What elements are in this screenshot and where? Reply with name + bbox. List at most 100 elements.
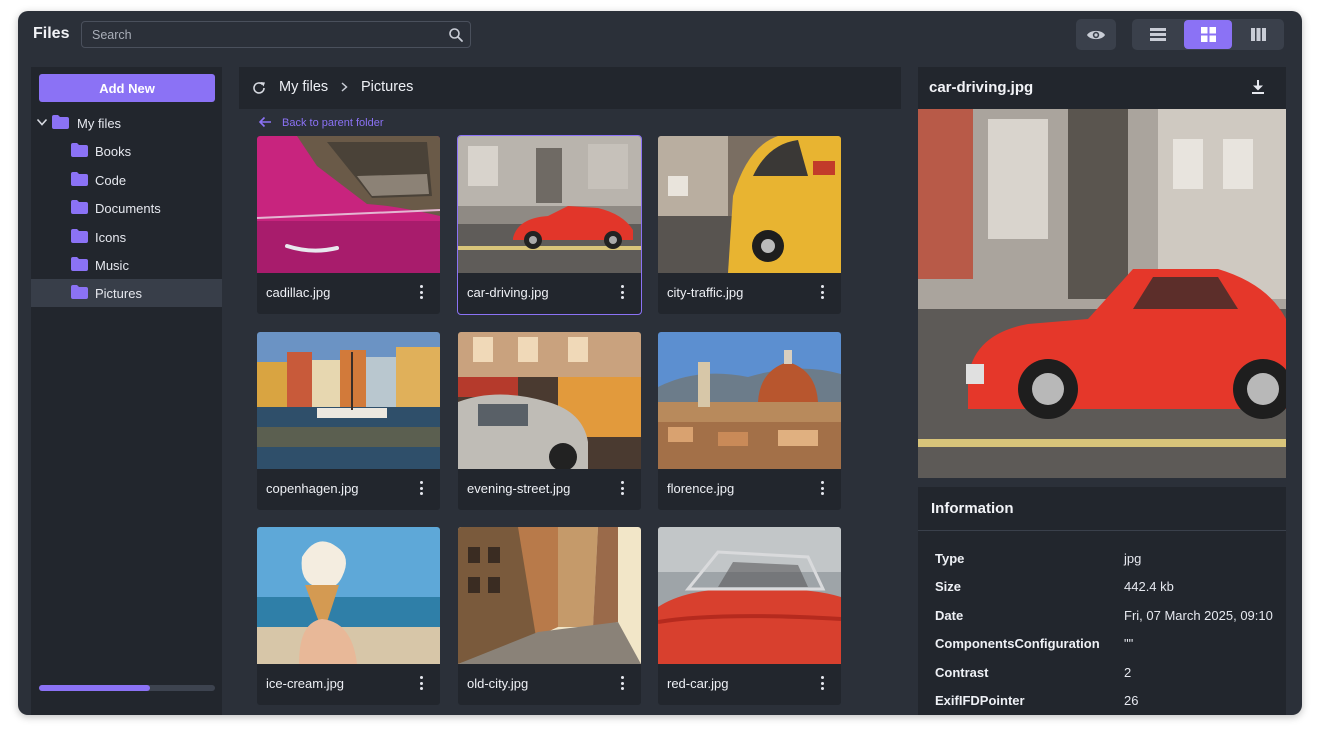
info-value: Fri, 07 March 2025, 09:10: [1124, 608, 1273, 623]
download-icon[interactable]: [1250, 79, 1266, 95]
file-name: old-city.jpg: [467, 676, 529, 691]
file-name: red-car.jpg: [667, 676, 729, 691]
search-input[interactable]: [82, 22, 442, 47]
file-thumbnail: [458, 136, 641, 273]
app-title: Files: [33, 25, 70, 42]
file-thumbnail: [257, 527, 440, 664]
more-vertical-icon[interactable]: [619, 283, 627, 301]
file-thumbnail: [458, 527, 641, 664]
tree-item-label: Icons: [95, 230, 127, 245]
tree-item-label: Code: [95, 173, 127, 188]
info-row-exif-ifd-pointer: ExifIFDPointer 26: [918, 693, 1286, 713]
tree-item-label: Books: [95, 144, 132, 159]
breadcrumb-bar: My files Pictures: [239, 67, 901, 109]
file-name: copenhagen.jpg: [266, 481, 359, 496]
folder-icon: [71, 229, 88, 243]
storage-progress-bar: [39, 685, 215, 691]
info-value: 442.4 kb: [1124, 579, 1174, 594]
view-switcher: [1132, 19, 1284, 50]
info-value: "": [1124, 636, 1134, 651]
info-row-type: Type jpg: [918, 551, 1286, 571]
more-vertical-icon[interactable]: [418, 674, 426, 692]
file-card-cadillac[interactable]: cadillac.jpg: [257, 136, 440, 314]
file-card-city-traffic[interactable]: city-traffic.jpg: [658, 136, 841, 314]
preview-header: car-driving.jpg: [918, 67, 1286, 109]
tree-item-documents[interactable]: Documents: [31, 194, 222, 222]
tree-item-my-files[interactable]: My files: [31, 109, 222, 137]
file-name: florence.jpg: [667, 481, 735, 496]
breadcrumb-item-my-files[interactable]: My files: [279, 79, 328, 95]
file-thumbnail: [458, 332, 641, 469]
folder-icon: [71, 200, 88, 214]
info-value: 26: [1124, 693, 1139, 708]
top-bar: Files: [18, 11, 1302, 58]
add-new-button[interactable]: Add New: [39, 74, 215, 102]
tree-item-books[interactable]: Books: [31, 137, 222, 165]
more-vertical-icon[interactable]: [418, 283, 426, 301]
file-card-florence[interactable]: florence.jpg: [658, 332, 841, 510]
chevron-down-icon[interactable]: [36, 116, 48, 128]
file-card-old-city[interactable]: old-city.jpg: [458, 527, 641, 705]
more-vertical-icon[interactable]: [819, 479, 827, 497]
tree-item-label: Music: [95, 258, 129, 273]
preview-image: [918, 109, 1286, 478]
file-name: ice-cream.jpg: [266, 676, 345, 691]
folder-icon: [71, 143, 88, 157]
info-row-components-configuration: ComponentsConfiguration "": [918, 636, 1286, 656]
divider: [918, 530, 1286, 531]
search-box[interactable]: [81, 21, 471, 48]
tree-item-label: Documents: [95, 201, 161, 216]
arrow-left-icon: [258, 116, 271, 128]
tree-item-music[interactable]: Music: [31, 251, 222, 279]
eye-icon: [1087, 30, 1105, 39]
info-key: Date: [935, 608, 964, 623]
tree-item-label: My files: [77, 116, 122, 131]
storage-progress-fill: [39, 685, 150, 691]
file-name: car-driving.jpg: [467, 285, 549, 300]
file-card-evening-street[interactable]: evening-street.jpg: [458, 332, 641, 510]
info-key: Type: [935, 551, 965, 566]
info-key: Size: [935, 579, 962, 594]
info-row-contrast: Contrast 2: [918, 665, 1286, 685]
file-thumbnail: [658, 332, 841, 469]
preview-toggle-button[interactable]: [1076, 19, 1116, 50]
file-card-copenhagen[interactable]: copenhagen.jpg: [257, 332, 440, 510]
information-panel: Information Type jpg Size 442.4 kb Date …: [918, 487, 1286, 715]
breadcrumb-item-pictures: Pictures: [361, 79, 414, 95]
file-card-ice-cream[interactable]: ice-cream.jpg: [257, 527, 440, 705]
tree-item-pictures[interactable]: Pictures: [31, 279, 222, 307]
more-vertical-icon[interactable]: [418, 479, 426, 497]
file-manager-window: Files Search Add New My files Books Code…: [18, 11, 1302, 715]
search-icon[interactable]: [448, 27, 464, 43]
columns-view-button[interactable]: [1234, 20, 1282, 49]
information-title: Information: [931, 500, 1014, 517]
folder-icon: [71, 257, 88, 271]
folder-icon: [71, 285, 88, 299]
file-thumbnail: [257, 136, 440, 273]
file-name: evening-street.jpg: [467, 481, 571, 496]
chevron-right-icon: [341, 82, 348, 92]
back-link-label: Back to parent folder: [282, 117, 384, 129]
folder-icon: [52, 115, 69, 129]
columns-view-icon: [1250, 28, 1266, 41]
list-view-icon: [1150, 28, 1166, 41]
info-row-date: Date Fri, 07 March 2025, 09:10: [918, 608, 1286, 628]
info-value: jpg: [1124, 551, 1142, 566]
file-thumbnail: [257, 332, 440, 469]
more-vertical-icon[interactable]: [619, 674, 627, 692]
info-key: ComponentsConfiguration: [935, 636, 1100, 651]
tree-item-label: Pictures: [95, 286, 142, 301]
file-card-red-car[interactable]: red-car.jpg: [658, 527, 841, 705]
grid-view-icon: [1200, 27, 1216, 42]
tree-item-icons[interactable]: Icons: [31, 223, 222, 251]
grid-view-button[interactable]: [1184, 20, 1232, 49]
refresh-icon[interactable]: [251, 80, 267, 96]
more-vertical-icon[interactable]: [819, 674, 827, 692]
file-thumbnail: [658, 136, 841, 273]
file-card-car-driving[interactable]: car-driving.jpg: [457, 135, 642, 315]
list-view-button[interactable]: [1134, 20, 1182, 49]
info-key: Contrast: [935, 665, 989, 680]
more-vertical-icon[interactable]: [619, 479, 627, 497]
tree-item-code[interactable]: Code: [31, 166, 222, 194]
more-vertical-icon[interactable]: [819, 283, 827, 301]
